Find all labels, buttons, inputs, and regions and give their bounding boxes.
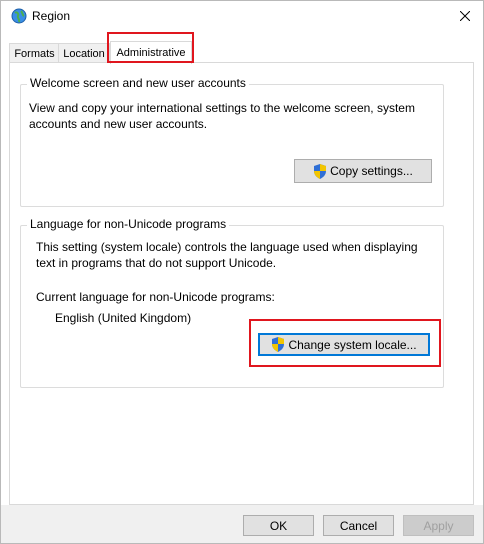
administrative-panel: Welcome screen and new user accounts Vie…: [9, 62, 474, 505]
tab-highlight-annotation: [107, 32, 194, 63]
cancel-button[interactable]: Cancel: [323, 515, 394, 536]
tab-strip: Formats Location Administrative: [9, 41, 479, 64]
title-bar: Region: [1, 1, 483, 31]
current-language-label: Current language for non-Unicode program…: [36, 290, 275, 304]
globe-icon: [11, 8, 27, 24]
tab-label: Location: [63, 47, 105, 60]
locale-button-highlight-annotation: [249, 319, 441, 367]
group-description: View and copy your international setting…: [29, 101, 415, 131]
close-icon: [460, 11, 470, 21]
window-title: Region: [32, 9, 71, 23]
button-label: OK: [269, 518, 288, 533]
tab-label: Formats: [14, 47, 55, 60]
group-description: This setting (system locale) controls th…: [36, 240, 418, 270]
dialog-button-bar: OK Cancel Apply: [1, 505, 483, 543]
tab-location[interactable]: Location: [58, 43, 110, 63]
tab-formats[interactable]: Formats: [9, 43, 60, 63]
close-button[interactable]: [447, 1, 483, 31]
ok-button[interactable]: OK: [243, 515, 314, 536]
button-label: Cancel: [339, 518, 378, 533]
group-title: Welcome screen and new user accounts: [27, 76, 249, 90]
apply-button[interactable]: Apply: [403, 515, 474, 536]
group-title: Language for non-Unicode programs: [27, 217, 230, 231]
welcome-screen-group: Welcome screen and new user accounts Vie…: [20, 76, 444, 207]
button-label: Copy settings...: [330, 164, 413, 178]
copy-settings-button[interactable]: Copy settings...: [294, 159, 432, 183]
button-label: Apply: [423, 518, 454, 533]
uac-shield-icon: [314, 163, 327, 179]
region-dialog: Region Formats Location Administrative W…: [0, 0, 484, 544]
